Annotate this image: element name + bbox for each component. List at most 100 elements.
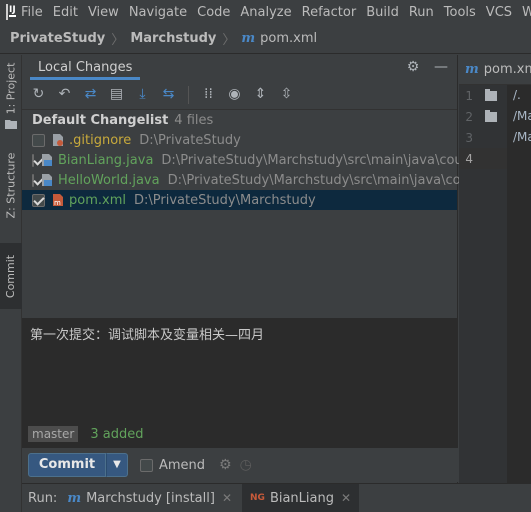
menu-window[interactable]: W (517, 5, 531, 20)
chevron-down-icon[interactable]: ▼ (106, 453, 128, 477)
menu-analyze[interactable]: Analyze (235, 5, 296, 20)
line-number: 4 (465, 151, 473, 166)
commit-button[interactable]: Commit (28, 453, 106, 477)
menu-run[interactable]: Run (404, 5, 439, 20)
gear-icon[interactable]: ⚙ (405, 59, 421, 75)
changes-tree: Default Changelist 4 files .gitignore D:… (22, 110, 489, 348)
amend-checkbox[interactable] (140, 458, 153, 472)
tab-local-changes[interactable]: Local Changes (30, 55, 141, 80)
maven-run-icon: m (67, 490, 82, 506)
changelist-count: 4 files (174, 112, 214, 128)
commit-message-text: 第一次提交：调试脚本及变量相关—四月 (30, 328, 265, 343)
menu-vcs[interactable]: VCS (481, 5, 517, 20)
run-tab-label: BianLiang (269, 490, 334, 506)
menu-view[interactable]: View (83, 5, 124, 20)
line-number: 3 (465, 130, 473, 145)
svg-text:m: m (54, 199, 61, 207)
panel-header: Local Changes ⚙ — (22, 55, 457, 80)
breadcrumb-file[interactable]: pom.xml (260, 31, 317, 46)
gear-icon[interactable]: ⚙ (219, 457, 232, 473)
file-row[interactable]: m pom.xml D:\PrivateStudy\Marchstudy (22, 190, 457, 210)
line-number: 1 (465, 88, 473, 103)
editor-tab[interactable]: m pom.xm (459, 55, 531, 85)
rollback-icon[interactable]: ↶ (56, 86, 73, 103)
tool-tab-commit-label: Commit (4, 254, 18, 298)
breadcrumb-project[interactable]: PrivateStudy (10, 31, 105, 46)
eye-icon[interactable]: ◉ (226, 86, 243, 103)
java-file-icon (40, 173, 54, 187)
tool-tab-project[interactable]: 1: Project (0, 57, 22, 119)
intellij-logo-icon (6, 4, 16, 20)
editor-tab-label: pom.xm (483, 62, 531, 77)
maven-file-icon: m (51, 193, 65, 207)
code-line: /. (513, 88, 521, 102)
changelist-name: Default Changelist (32, 112, 169, 128)
file-name: pom.xml (69, 192, 126, 208)
changes-summary: 3 added (90, 426, 144, 442)
run-tab-install[interactable]: m Marchstudy [install] ✕ (67, 491, 232, 506)
run-tab-label: Marchstudy [install] (86, 490, 215, 506)
file-row[interactable]: HelloWorld.java D:\PrivateStudy\Marchstu… (22, 170, 489, 190)
changelist-header[interactable]: Default Changelist 4 files (22, 110, 457, 130)
menu-refactor[interactable]: Refactor (297, 5, 362, 20)
menu-bar: File Edit View Navigate Code Analyze Ref… (0, 0, 531, 24)
toolbar-separator (188, 85, 189, 104)
file-row[interactable]: .gitignore D:\PrivateStudy (22, 130, 457, 150)
tool-tab-structure-label: Z: Structure (4, 152, 18, 218)
code-line: /Ma (513, 130, 531, 144)
testng-icon: NG (250, 493, 265, 503)
tool-tab-structure[interactable]: Z: Structure (0, 145, 22, 225)
editor-area: m pom.xm 1 2 3 4 /. /Ma /Ma (459, 55, 531, 483)
update-icon[interactable]: ⤓ (134, 86, 151, 103)
branch-badge: master (28, 426, 79, 442)
menu-tools[interactable]: Tools (439, 5, 481, 20)
diff-icon[interactable]: ⇄ (82, 86, 99, 103)
shelve-icon[interactable]: ⇆ (160, 86, 177, 103)
file-checkbox[interactable] (32, 193, 45, 207)
commit-bar: Commit ▼ Amend ⚙ ◷ (22, 448, 458, 482)
close-icon[interactable]: ✕ (341, 491, 351, 505)
run-label: Run: (28, 490, 58, 506)
file-name: .gitignore (69, 132, 132, 148)
folder-icon (485, 88, 497, 101)
file-path: D:\PrivateStudy (139, 132, 241, 148)
file-name: BianLiang.java (58, 152, 154, 168)
file-checkbox[interactable] (32, 173, 34, 187)
changelist-icon[interactable]: ▤ (108, 86, 125, 103)
menu-build[interactable]: Build (361, 5, 404, 20)
expand-all-icon[interactable]: ⇕ (252, 86, 269, 103)
breadcrumb-separator-icon: 〉 (222, 33, 236, 48)
menu-navigate[interactable]: Navigate (124, 5, 192, 20)
tool-tab-commit[interactable]: Commit (0, 243, 22, 309)
commit-status-line: master 3 added (28, 426, 143, 442)
breadcrumb-separator-icon: 〉 (111, 33, 125, 48)
changes-toolbar: ↻ ↶ ⇄ ▤ ⤓ ⇆ ⁞⁞ ◉ ⇕ ⇳ (22, 80, 457, 110)
collapse-all-icon[interactable]: ⇳ (278, 86, 295, 103)
breadcrumb-module[interactable]: Marchstudy (130, 31, 216, 46)
file-name: HelloWorld.java (58, 172, 160, 188)
refresh-icon[interactable]: ↻ (30, 86, 47, 103)
tool-tab-project-label: 1: Project (4, 62, 18, 114)
group-by-icon[interactable]: ⁞⁞ (200, 86, 217, 103)
file-row[interactable]: BianLiang.java D:\PrivateStudy\Marchstud… (22, 150, 483, 170)
run-tab-bianliang[interactable]: NG BianLiang ✕ (242, 484, 360, 512)
maven-file-icon: m (465, 62, 479, 77)
maven-file-icon: m (241, 31, 256, 46)
breadcrumb: PrivateStudy 〉 Marchstudy 〉 m pom.xml (0, 24, 531, 54)
menu-edit[interactable]: Edit (48, 5, 83, 20)
menu-code[interactable]: Code (192, 5, 235, 20)
file-checkbox[interactable] (32, 153, 34, 167)
file-path: D:\PrivateStudy\Marchstudy (133, 192, 316, 208)
code-line: /Ma (513, 109, 531, 123)
file-checkbox[interactable] (32, 133, 45, 147)
close-icon[interactable]: ✕ (222, 491, 232, 505)
hide-panel-icon[interactable]: — (433, 59, 449, 75)
history-icon[interactable]: ◷ (240, 457, 252, 473)
menu-file[interactable]: File (16, 5, 48, 20)
git-file-icon (51, 133, 65, 147)
file-path: D:\PrivateStudy\Marchstudy\src\main\java… (161, 152, 483, 168)
line-gutter: 1 2 3 4 (459, 85, 507, 483)
folder-icon (0, 117, 22, 131)
amend-label: Amend (159, 457, 206, 473)
commit-panel: Local Changes ⚙ — ↻ ↶ ⇄ ▤ ⤓ ⇆ ⁞⁞ ◉ ⇕ ⇳ D… (22, 55, 489, 483)
